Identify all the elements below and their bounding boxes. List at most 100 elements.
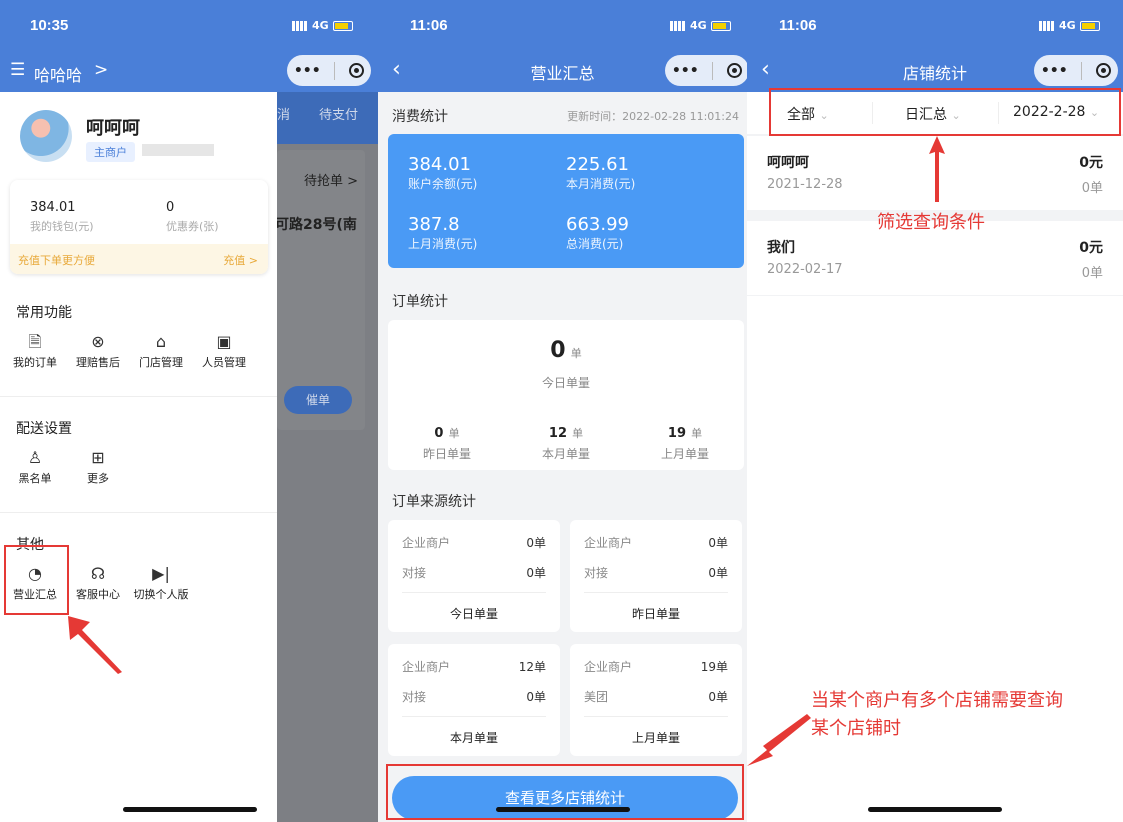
menu-icon[interactable]: ☰	[10, 60, 25, 80]
store-icon: ⌂	[155, 332, 167, 351]
chevron-right-icon[interactable]: >	[94, 60, 108, 80]
order-card: 0 单 今日单量 0 单昨日单量 12 单本月单量 19 单上月单量	[388, 320, 744, 470]
highlight-box	[769, 88, 1121, 136]
phone-screen-summary: 11:06 4G ‹ 营业汇总 ••• 消费统计 更新时间：2022-02-28…	[378, 0, 747, 822]
close-circle-icon[interactable]	[727, 63, 743, 78]
grab-order-status: 待抢单 >	[304, 174, 359, 189]
yen-icon: ⊗	[91, 332, 105, 351]
dimmed-background-page[interactable]: 消 待支付 待抢单 > 可路28号(南 催单	[275, 92, 378, 822]
status-bar: 11:06 4G	[378, 0, 747, 54]
headset-icon: ☊	[90, 564, 106, 583]
stat-balance: 384.01 账户余额(元)	[408, 154, 478, 191]
recharge-tip: 充值下单更方便	[18, 254, 95, 267]
today-count: 0 单	[550, 338, 582, 363]
tab-partial: 消	[277, 108, 291, 123]
wallet-card: 384.01 我的钱包(元) 0 优惠券(张) 充值下单更方便 充值 >	[10, 180, 268, 274]
store-orders: 0单	[1081, 181, 1103, 196]
document-icon: 🗎	[28, 332, 42, 351]
more-dots-icon[interactable]: •••	[1041, 63, 1068, 79]
recharge-link[interactable]: 充值 >	[223, 252, 258, 268]
signal-icon	[292, 20, 308, 31]
menu-blacklist[interactable]: ♙ 黑名单	[5, 446, 65, 486]
status-time: 10:35	[30, 17, 69, 34]
signal-indicator: 4G	[1039, 19, 1100, 32]
signal-indicator: 4G	[670, 19, 731, 32]
store-annotation-line1: 当某个商户有多个店铺需要查询	[811, 690, 1063, 711]
mini-program-capsule[interactable]: •••	[1034, 55, 1118, 86]
urge-button[interactable]: 催单	[284, 386, 352, 414]
divider	[0, 512, 277, 513]
source-card-yesterday: 企业商户 0单 对接 0单 昨日单量	[570, 520, 742, 632]
source-title: 订单来源统计	[392, 494, 476, 510]
more-dots-icon[interactable]: •••	[672, 63, 699, 79]
signal-indicator: 4G	[292, 19, 353, 32]
stat-total-spend: 663.99 总消费(元)	[566, 214, 629, 251]
phone-screen-store-stats: 11:06 4G ‹ 店铺统计 ••• 全部 ⌄ 日汇总 ⌄ 2022-2-28…	[747, 0, 1123, 822]
tab-pending-payment: 待支付	[319, 108, 359, 123]
store-date: 2021-12-28	[767, 177, 843, 192]
nav-title[interactable]: 哈哈哈	[34, 62, 82, 86]
arrow-annotation	[68, 616, 122, 674]
source-card-today: 企业商户 0单 对接 0单 今日单量	[388, 520, 560, 632]
menu-customer-service[interactable]: ☊ 客服中心	[68, 562, 128, 602]
today-label: 今日单量	[541, 376, 590, 390]
nav-bar: ☰ 哈哈哈 > •••	[0, 54, 378, 92]
store-name: 我们	[767, 240, 795, 256]
battery-icon	[1079, 20, 1100, 31]
order-address: 可路28号(南	[275, 217, 357, 233]
signal-icon	[670, 20, 686, 31]
store-orders: 0单	[1081, 266, 1103, 281]
contact-icon: ▣	[216, 332, 232, 351]
more-dots-icon[interactable]: •••	[294, 63, 321, 79]
user-block-icon: ♙	[27, 448, 43, 467]
phone-screen-drawer: 10:35 4G ☰ 哈哈哈 > ••• 消 待支付 待抢单 > 可路28号(南…	[0, 0, 378, 822]
signal-icon	[1039, 20, 1055, 31]
status-bar: 10:35 4G	[0, 0, 378, 54]
arrow-annotation	[747, 714, 811, 766]
order-sub-last-month: 19 单上月单量	[660, 426, 709, 461]
source-card-last-month: 企业商户 19单 美团 0单 上月单量	[570, 644, 742, 756]
home-indicator	[495, 807, 630, 812]
source-card-month: 企业商户 12单 对接 0单 本月单量	[388, 644, 560, 756]
status-time: 11:06	[779, 17, 817, 34]
user-name: 呵呵呵	[86, 118, 140, 139]
skip-icon: ▶|	[152, 564, 170, 583]
divider	[0, 396, 277, 397]
close-circle-icon[interactable]	[1096, 63, 1112, 78]
grid-icon: ⊞	[91, 448, 105, 467]
menu-staff-management[interactable]: ▣ 人员管理	[194, 330, 254, 370]
order-title: 订单统计	[392, 294, 448, 310]
highlight-box	[4, 545, 69, 615]
nav-bar: ‹ 店铺统计 •••	[747, 54, 1123, 92]
consume-title: 消费统计	[392, 109, 448, 125]
menu-more[interactable]: ⊞ 更多	[68, 446, 128, 486]
avatar	[20, 110, 72, 162]
nav-bar: ‹ 营业汇总 •••	[378, 54, 747, 92]
menu-my-orders[interactable]: 🗎 我的订单	[5, 330, 65, 370]
coupon-value[interactable]: 0	[166, 200, 174, 215]
battery-icon	[332, 20, 353, 31]
order-sub-month: 12 单本月单量	[541, 426, 590, 461]
stat-last-month-spend: 387.8 上月消费(元)	[408, 214, 478, 251]
store-date: 2022-02-17	[767, 262, 843, 277]
status-time: 11:06	[410, 17, 448, 34]
battery-icon	[710, 20, 731, 31]
arrow-annotation	[929, 136, 945, 202]
consume-card: 384.01 账户余额(元) 225.61 本月消费(元) 387.8 上月消费(元)…	[388, 134, 744, 268]
role-badge: 主商户	[86, 142, 135, 162]
section-delivery-title: 配送设置	[16, 421, 72, 437]
side-drawer: 呵呵呵 主商户 384.01 我的钱包(元) 0 优惠券(张) 充值下单更方便 …	[0, 92, 277, 822]
wallet-label: 我的钱包(元)	[30, 220, 94, 233]
store-amount: 0元	[1079, 155, 1103, 171]
home-indicator	[868, 807, 1002, 812]
close-circle-icon[interactable]	[349, 63, 365, 78]
menu-claims[interactable]: ⊗ 理赔售后	[68, 330, 128, 370]
recharge-banner[interactable]: 充值下单更方便 充值 >	[10, 244, 268, 274]
wallet-value[interactable]: 384.01	[30, 200, 76, 215]
mini-program-capsule[interactable]: •••	[665, 55, 747, 86]
mini-program-capsule[interactable]: •••	[287, 55, 371, 86]
menu-switch-personal[interactable]: ▶| 切换个人版	[131, 562, 191, 602]
menu-store-management[interactable]: ⌂ 门店管理	[131, 330, 191, 370]
home-indicator	[123, 807, 257, 812]
store-name: 呵呵呵	[767, 155, 809, 171]
